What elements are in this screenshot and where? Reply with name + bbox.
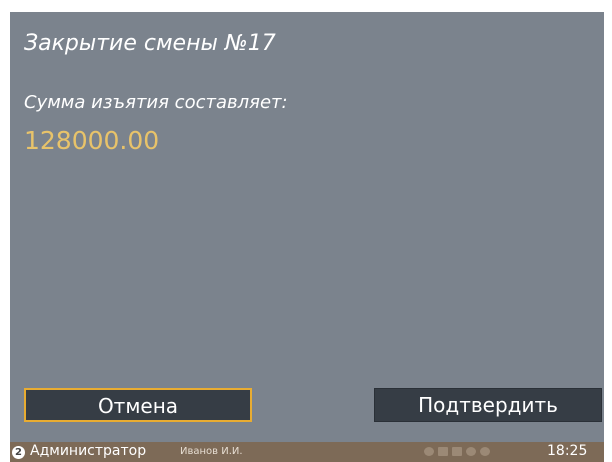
shift-close-screen: Закрытие смены №17 Сумма изъятия составл… bbox=[10, 12, 604, 462]
status-bar: 2 Администратор Иванов И.И. 18:25 bbox=[10, 442, 604, 462]
withdrawal-amount: 128000.00 bbox=[24, 126, 160, 155]
printer-icon bbox=[452, 447, 462, 456]
user-role: Администратор bbox=[30, 443, 147, 459]
role-number-badge: 2 bbox=[12, 446, 25, 459]
confirm-button[interactable]: Подтвердить bbox=[374, 388, 602, 422]
keyboard-icon bbox=[438, 447, 448, 456]
network-icon bbox=[480, 447, 490, 456]
user-name: Иванов И.И. bbox=[180, 446, 243, 457]
withdrawal-prompt: Сумма изъятия составляет: bbox=[24, 92, 288, 113]
page-title: Закрытие смены №17 bbox=[24, 31, 276, 56]
lock-icon bbox=[424, 447, 434, 456]
link-icon bbox=[466, 447, 476, 456]
cancel-button[interactable]: Отмена bbox=[24, 388, 252, 422]
status-tray bbox=[424, 447, 490, 456]
clock: 18:25 bbox=[547, 443, 588, 459]
